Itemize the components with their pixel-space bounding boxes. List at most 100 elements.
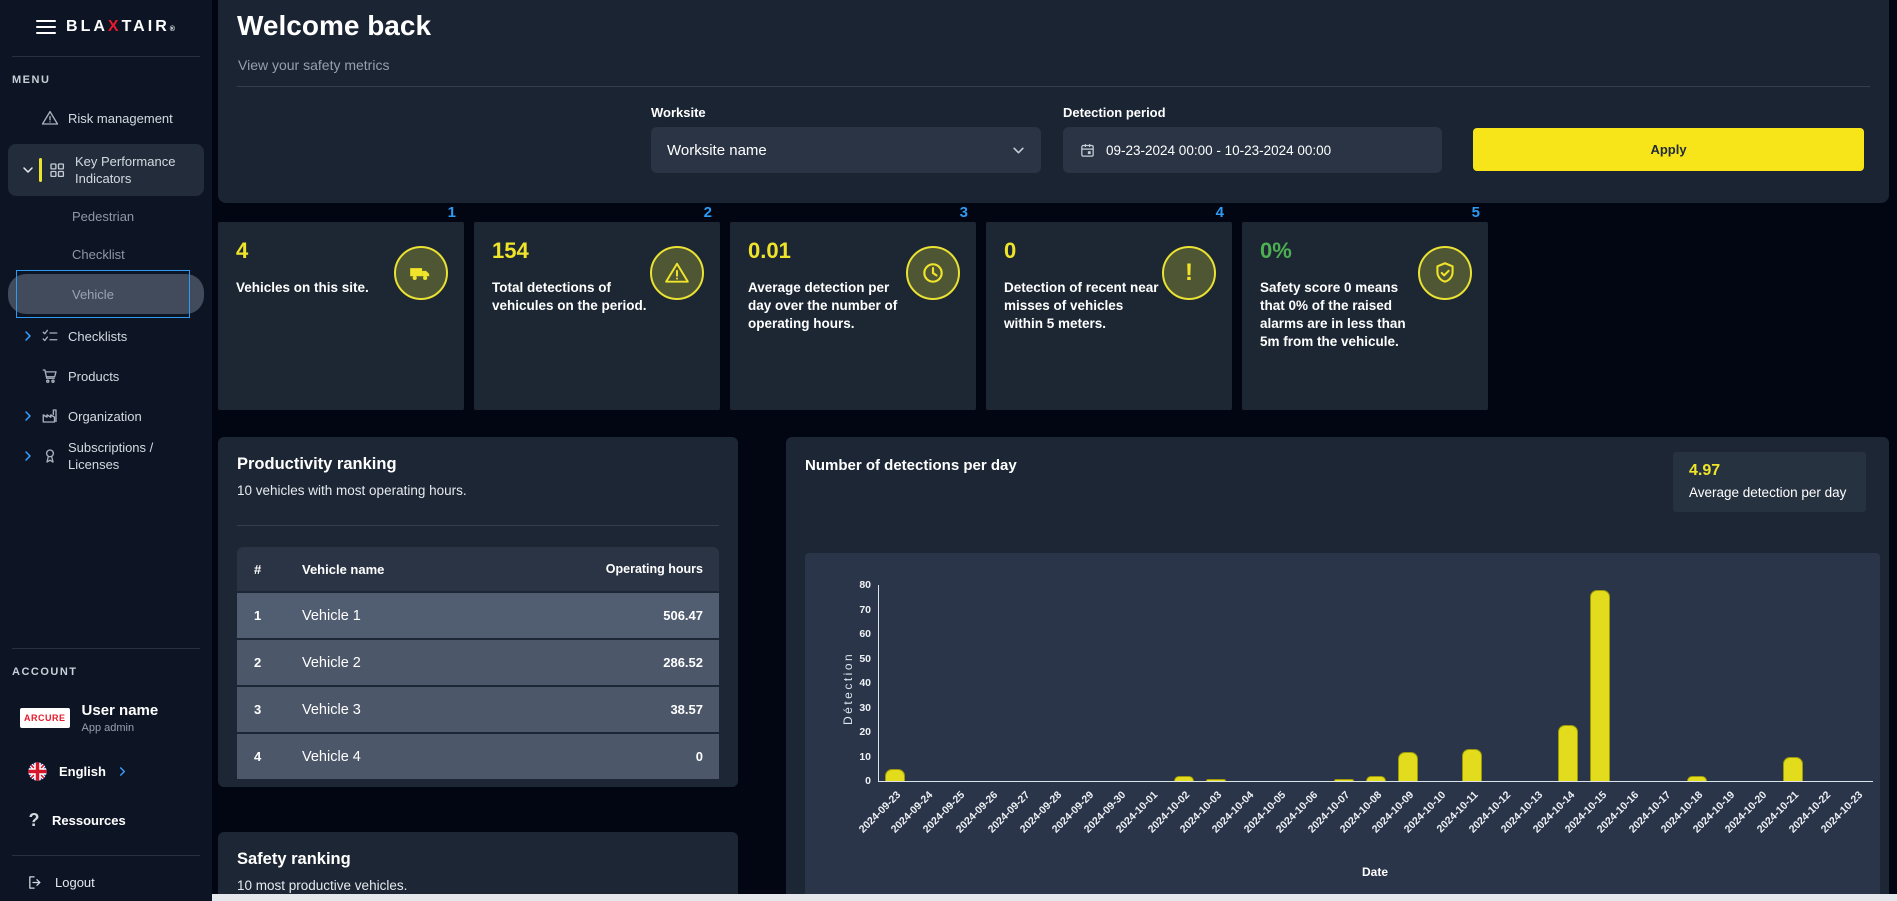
column-header-rank: # xyxy=(237,562,302,577)
y-axis-tick-label: 20 xyxy=(859,726,871,738)
user-name: User name xyxy=(82,702,159,719)
bar-slot: 2024-09-23 xyxy=(879,585,911,781)
brand-row: BLAXTAIR® xyxy=(0,0,212,38)
question-icon: ? xyxy=(27,810,41,831)
cell-rank: 1 xyxy=(237,608,302,623)
cell-vehicle-name: Vehicle 3 xyxy=(302,702,670,718)
bar-2024-10-03 xyxy=(1206,779,1226,781)
sidebar-item-key-performance-indicators[interactable]: Key Performance Indicators xyxy=(8,144,204,196)
user-account-row[interactable]: ARCURE User name App admin xyxy=(0,678,212,734)
sidebar-item-products[interactable]: Products xyxy=(0,356,212,396)
bar-slot: 2024-10-08 xyxy=(1360,585,1392,781)
bar-slot: 2024-10-03 xyxy=(1200,585,1232,781)
bar-2024-10-18 xyxy=(1687,776,1707,781)
bar-slot: 2024-10-18 xyxy=(1681,585,1713,781)
bar-slot: 2024-10-04 xyxy=(1232,585,1264,781)
productivity-subtitle: 10 vehicles with most operating hours. xyxy=(237,483,467,498)
calendar-icon xyxy=(1079,142,1096,159)
safety-subtitle: 10 most productive vehicles. xyxy=(237,878,407,893)
logout-label: Logout xyxy=(55,875,95,890)
bar-chart: Détection 010203040506070802024-09-23202… xyxy=(805,553,1880,901)
sidebar-item-vehicle[interactable]: Vehicle xyxy=(8,274,204,314)
worksite-dropdown[interactable]: Worksite name xyxy=(651,127,1041,173)
y-axis-tick-label: 30 xyxy=(859,702,871,714)
worksite-dropdown-value: Worksite name xyxy=(667,142,767,159)
bar-2024-10-11 xyxy=(1462,749,1482,781)
shield-check-icon xyxy=(1418,246,1472,300)
divider xyxy=(237,525,719,526)
bar-2024-10-14 xyxy=(1558,725,1578,781)
kpi-card-5: 0%Safety score 0 means that 0% of the ra… xyxy=(1242,222,1488,410)
kpi-card-2: 154Total detections of vehicules on the … xyxy=(474,222,720,410)
kpi-description: Detection of recent near misses of vehic… xyxy=(1004,279,1162,333)
average-detection-label: Average detection per day xyxy=(1689,485,1850,500)
sidebar: BLAXTAIR® MENU Risk managementKey Perfor… xyxy=(0,0,212,901)
column-header-operating-hours: Operating hours xyxy=(606,562,719,576)
sidebar-item-pedestrian[interactable]: Pedestrian xyxy=(0,198,212,234)
cell-operating-hours: 0 xyxy=(696,749,719,764)
bar-slot: 2024-10-20 xyxy=(1745,585,1777,781)
bar-slot: 2024-10-07 xyxy=(1328,585,1360,781)
cell-rank: 3 xyxy=(237,702,302,717)
hamburger-menu-icon[interactable] xyxy=(36,16,56,38)
bar-slot: 2024-10-02 xyxy=(1168,585,1200,781)
chevron-down-icon xyxy=(1012,144,1025,157)
safety-ranking-panel: Safety ranking 10 most productive vehicl… xyxy=(218,832,738,901)
chevron-right-icon xyxy=(22,330,36,342)
bar-slot: 2024-10-12 xyxy=(1488,585,1520,781)
y-axis-label: Détection xyxy=(841,652,855,725)
bar-slot: 2024-10-06 xyxy=(1296,585,1328,781)
bar-2024-10-15 xyxy=(1590,590,1610,781)
horizontal-scrollbar[interactable] xyxy=(212,894,1897,901)
sidebar-item-risk-management[interactable]: Risk management xyxy=(0,98,212,138)
bar-slot: 2024-09-25 xyxy=(943,585,975,781)
sidebar-item-subscriptions-licenses[interactable]: Subscriptions / Licenses xyxy=(0,436,212,476)
detection-period-field[interactable]: 09-23-2024 00:00 - 10-23-2024 00:00 xyxy=(1063,127,1442,173)
kpi-step-number: 4 xyxy=(986,204,1232,222)
cell-vehicle-name: Vehicle 2 xyxy=(302,655,663,671)
sidebar-item-label: Risk management xyxy=(68,110,173,127)
kpi-description: Safety score 0 means that 0% of the rais… xyxy=(1260,279,1418,351)
kpi-cell: 2154Total detections of vehicules on the… xyxy=(474,204,720,410)
cell-operating-hours: 38.57 xyxy=(670,702,719,717)
sidebar-item-label: Key Performance Indicators xyxy=(75,153,187,187)
bar-slot: 2024-10-16 xyxy=(1616,585,1648,781)
y-axis-tick-label: 0 xyxy=(865,775,871,787)
y-axis-tick-label: 80 xyxy=(859,579,871,591)
kpi-cell: 30.01Average detection per day over the … xyxy=(730,204,976,410)
resources-label: Ressources xyxy=(52,813,126,828)
table-row-vehicle-1: 1Vehicle 1506.47 xyxy=(237,593,719,638)
bar-slot: 2024-10-22 xyxy=(1809,585,1841,781)
plot-area: 010203040506070802024-09-232024-09-24202… xyxy=(878,585,1873,782)
bar-slot: 2024-09-30 xyxy=(1103,585,1135,781)
sidebar-item-label: Checklists xyxy=(68,328,127,345)
cell-operating-hours: 286.52 xyxy=(663,655,719,670)
bar-slot: 2024-09-24 xyxy=(911,585,943,781)
language-selector[interactable]: English xyxy=(0,761,212,782)
sidebar-item-organization[interactable]: Organization xyxy=(0,396,212,436)
detections-chart-panel: Number of detections per day 4.97 Averag… xyxy=(786,437,1889,901)
kpi-step-number: 5 xyxy=(1242,204,1488,222)
chevron-right-icon xyxy=(117,766,128,777)
chart-title: Number of detections per day xyxy=(805,457,1017,474)
bar-slot: 2024-10-19 xyxy=(1713,585,1745,781)
bar-2024-10-02 xyxy=(1174,776,1194,781)
sidebar-item-checklists[interactable]: Checklists xyxy=(0,316,212,356)
sidebar-item-label: Organization xyxy=(68,408,142,425)
header-panel: Welcome back View your safety metrics Wo… xyxy=(218,0,1889,203)
factory-icon xyxy=(41,407,59,425)
logout-button[interactable]: Logout xyxy=(0,874,95,891)
kpi-step-number: 1 xyxy=(218,204,464,222)
resources-item[interactable]: ? Ressources xyxy=(0,810,212,831)
sidebar-item-checklist[interactable]: Checklist xyxy=(0,236,212,272)
bar-2024-10-08 xyxy=(1366,776,1386,781)
table-row-vehicle-2: 2Vehicle 2286.52 xyxy=(237,640,719,685)
y-axis-tick-label: 70 xyxy=(859,604,871,616)
app-root: BLAXTAIR® MENU Risk managementKey Perfor… xyxy=(0,0,1897,901)
apply-button[interactable]: Apply xyxy=(1473,128,1864,171)
bar-slot: 2024-10-23 xyxy=(1841,585,1873,781)
kpi-step-number: 2 xyxy=(474,204,720,222)
cell-rank: 4 xyxy=(237,749,302,764)
x-axis-label: Date xyxy=(878,865,1872,879)
sidebar-menu: Risk management Key Performance Indicator… xyxy=(0,98,212,476)
